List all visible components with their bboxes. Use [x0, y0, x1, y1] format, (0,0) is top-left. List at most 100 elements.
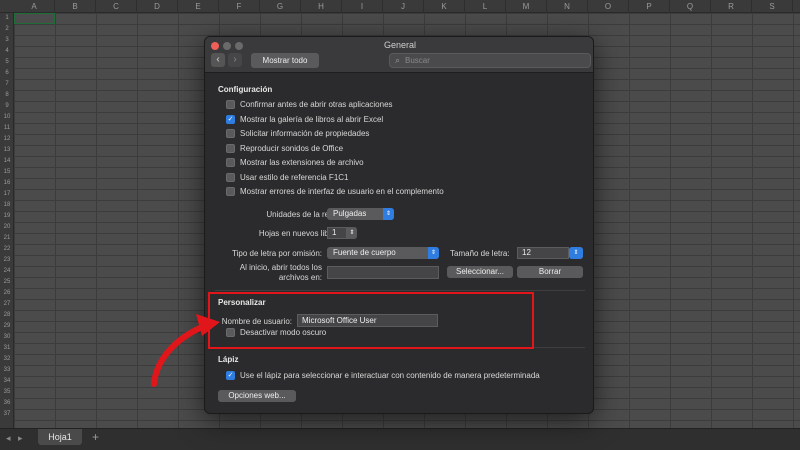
row-header[interactable]: 24	[0, 268, 14, 274]
row-header[interactable]: 12	[0, 136, 14, 142]
row-header[interactable]: 9	[0, 103, 14, 109]
row-header[interactable]: 4	[0, 48, 14, 54]
column-header[interactable]: R	[711, 0, 752, 13]
pen-label: Use el lápiz para seleccionar e interact…	[240, 371, 540, 380]
column-header[interactable]: I	[342, 0, 383, 13]
option-checkbox[interactable]	[226, 187, 235, 196]
font-size-label: Tamaño de letra:	[450, 249, 510, 258]
option-label: Reproducir sonidos de Office	[240, 143, 344, 153]
font-size-select[interactable]: ⇕	[569, 247, 583, 259]
column-header[interactable]: L	[465, 0, 506, 13]
option-label: Usar estilo de referencia F1C1	[240, 172, 349, 182]
row-header[interactable]: 28	[0, 312, 14, 318]
column-header[interactable]: F	[219, 0, 260, 13]
column-header[interactable]: Q	[670, 0, 711, 13]
config-option[interactable]: Usar estilo de referencia F1C1	[226, 172, 349, 183]
row-header[interactable]: 34	[0, 378, 14, 384]
select-folder-button[interactable]: Seleccionar...	[447, 266, 513, 278]
row-header[interactable]: 26	[0, 290, 14, 296]
row-header[interactable]: 25	[0, 279, 14, 285]
web-options-button[interactable]: Opciones web...	[218, 390, 296, 402]
row-header[interactable]: 14	[0, 158, 14, 164]
row-header[interactable]: 35	[0, 389, 14, 395]
row-header[interactable]: 31	[0, 345, 14, 351]
column-header[interactable]: J	[383, 0, 424, 13]
row-header[interactable]: 7	[0, 81, 14, 87]
sheet-tab-hoja1[interactable]: Hoja1	[38, 429, 82, 445]
search-box[interactable]: ⌕	[389, 53, 591, 68]
option-checkbox[interactable]	[226, 143, 235, 153]
forward-button[interactable]: ›	[228, 53, 242, 67]
row-header[interactable]: 27	[0, 301, 14, 307]
option-checkbox[interactable]: ✓	[226, 114, 235, 124]
search-input[interactable]	[405, 54, 585, 67]
config-option[interactable]: Confirmar antes de abrir otras aplicacio…	[226, 99, 393, 110]
column-header[interactable]: B	[55, 0, 96, 13]
ruler-units-select[interactable]: Pulgadas ⇕	[327, 208, 394, 220]
sheets-count-stepper[interactable]: ⇕	[347, 227, 357, 239]
startup-folder-field[interactable]	[327, 266, 439, 279]
config-option[interactable]: Solicitar información de propiedades	[226, 128, 369, 139]
column-header[interactable]: G	[260, 0, 301, 13]
search-icon: ⌕	[395, 55, 401, 65]
column-header[interactable]: K	[424, 0, 465, 13]
column-header[interactable]: H	[301, 0, 342, 13]
option-checkbox[interactable]	[226, 158, 235, 167]
row-header[interactable]: 1	[0, 15, 14, 21]
row-header[interactable]: 22	[0, 246, 14, 252]
row-header[interactable]: 19	[0, 213, 14, 219]
row-header[interactable]: 23	[0, 257, 14, 263]
add-sheet-button[interactable]: +	[92, 430, 99, 444]
ruler-units-value: Pulgadas	[333, 209, 367, 218]
font-size-field[interactable]: 12	[517, 247, 569, 259]
show-all-button[interactable]: Mostrar todo	[251, 53, 319, 68]
row-header[interactable]: 18	[0, 202, 14, 208]
row-header[interactable]: 21	[0, 235, 14, 241]
row-header[interactable]: 37	[0, 411, 14, 417]
row-header[interactable]: 20	[0, 224, 14, 230]
option-checkbox[interactable]	[226, 100, 235, 109]
column-header[interactable]: A	[14, 0, 55, 13]
row-header[interactable]: 33	[0, 367, 14, 373]
row-header[interactable]: 36	[0, 400, 14, 406]
config-option[interactable]: Mostrar errores de interfaz de usuario e…	[226, 186, 444, 197]
prev-sheet-icon[interactable]: ◂	[6, 433, 11, 444]
config-option[interactable]: Reproducir sonidos de Office	[226, 143, 343, 154]
column-header[interactable]: N	[547, 0, 588, 13]
row-header[interactable]: 10	[0, 114, 14, 120]
option-checkbox[interactable]	[226, 129, 235, 138]
column-header[interactable]: M	[506, 0, 547, 13]
row-header[interactable]: 5	[0, 59, 14, 65]
row-header[interactable]: 2	[0, 26, 14, 32]
row-header[interactable]: 8	[0, 92, 14, 98]
column-header[interactable]: P	[629, 0, 670, 13]
row-header[interactable]: 11	[0, 125, 14, 131]
sheets-count-field[interactable]: 1	[327, 227, 347, 239]
back-button[interactable]: ‹	[211, 53, 225, 67]
row-header[interactable]: 30	[0, 334, 14, 340]
column-header[interactable]: E	[178, 0, 219, 13]
next-sheet-icon[interactable]: ▸	[18, 433, 23, 444]
column-header[interactable]: C	[96, 0, 137, 13]
row-header[interactable]: 15	[0, 169, 14, 175]
column-header[interactable]: D	[137, 0, 178, 13]
option-checkbox[interactable]	[226, 172, 235, 182]
row-header[interactable]: 29	[0, 323, 14, 329]
selected-cell[interactable]	[14, 13, 55, 24]
default-font-select[interactable]: Fuente de cuerpo ⇕	[327, 247, 439, 259]
pen-checkbox[interactable]: ✓	[226, 371, 235, 380]
row-header[interactable]: 16	[0, 180, 14, 186]
config-option[interactable]: Mostrar las extensiones de archivo	[226, 157, 364, 168]
column-header[interactable]: S	[752, 0, 793, 13]
row-header[interactable]: 3	[0, 37, 14, 43]
default-font-value: Fuente de cuerpo	[333, 248, 396, 257]
row-header[interactable]: 17	[0, 191, 14, 197]
row-header[interactable]: 32	[0, 356, 14, 362]
column-header[interactable]: O	[588, 0, 629, 13]
row-header[interactable]: 13	[0, 147, 14, 153]
row-header[interactable]: 6	[0, 70, 14, 76]
sheet-tab-bar: ◂ ▸ Hoja1 +	[0, 428, 800, 450]
pen-option[interactable]: ✓ Use el lápiz para seleccionar e interac…	[226, 370, 540, 381]
clear-folder-button[interactable]: Borrar	[517, 266, 583, 278]
config-option[interactable]: ✓ Mostrar la galería de libros al abrir E…	[226, 114, 383, 125]
